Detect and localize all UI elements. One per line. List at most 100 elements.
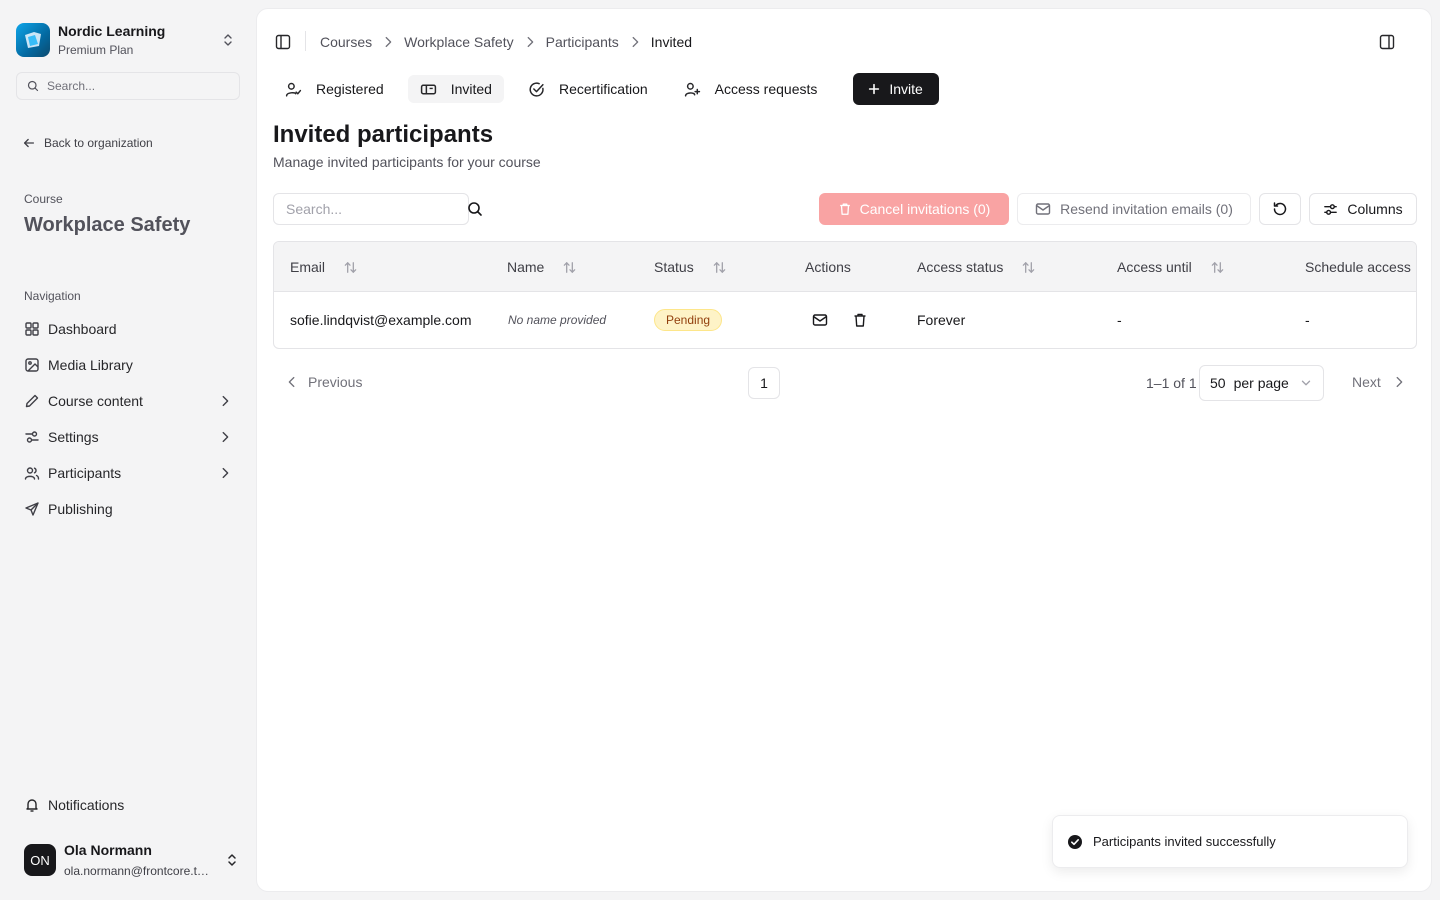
search-icon[interactable] xyxy=(467,201,483,217)
chevron-left-icon xyxy=(285,375,299,389)
column-header-access-until[interactable]: Access until xyxy=(1117,242,1225,292)
sort-icon xyxy=(562,260,577,275)
mail-icon xyxy=(1035,201,1051,217)
column-header-label: Email xyxy=(290,259,326,275)
chevron-right-icon xyxy=(381,35,395,49)
column-header-email[interactable]: Email xyxy=(290,242,358,292)
sidebar-toggle-icon[interactable] xyxy=(274,33,292,51)
breadcrumb-participants[interactable]: Participants xyxy=(546,34,619,50)
back-link-label: Back to organization xyxy=(44,136,153,150)
tab-label: Access requests xyxy=(714,81,818,97)
participants-table: Email Name Status Actions Access status … xyxy=(273,241,1417,349)
cell-name: No name provided xyxy=(508,313,607,327)
tab-registered[interactable]: Registered xyxy=(273,75,396,103)
tab-invited[interactable]: Invited xyxy=(407,75,504,103)
user-check-icon xyxy=(285,81,302,98)
chevron-right-icon xyxy=(218,430,232,444)
per-page-value: 50 xyxy=(1210,375,1226,391)
next-page-button[interactable]: Next xyxy=(1352,374,1406,390)
pencil-icon xyxy=(24,393,40,409)
refresh-button[interactable] xyxy=(1259,193,1301,225)
resend-invitations-label: Resend invitation emails (0) xyxy=(1060,201,1233,217)
sidebar-item-settings[interactable]: Settings xyxy=(16,419,240,455)
org-logo xyxy=(16,23,50,57)
breadcrumb-course[interactable]: Workplace Safety xyxy=(404,34,513,50)
user-email: ola.normann@frontcore.tech xyxy=(64,864,214,878)
column-header-schedule-access[interactable]: Schedule access xyxy=(1305,242,1411,292)
main-panel: Courses Workplace Safety Participants In… xyxy=(256,8,1432,892)
navigation-label: Navigation xyxy=(24,289,81,303)
pagination: Previous 1 1–1 of 1 50 per page Next xyxy=(273,365,1417,401)
trash-icon xyxy=(838,202,852,216)
ticket-icon xyxy=(420,81,437,98)
org-switcher[interactable]: Nordic Learning Premium Plan xyxy=(16,20,240,60)
page-subtitle: Manage invited participants for your cou… xyxy=(273,154,541,170)
page-number-button[interactable]: 1 xyxy=(748,367,780,399)
chevron-right-icon xyxy=(523,35,537,49)
chevron-down-icon xyxy=(1299,376,1313,390)
tab-access-requests[interactable]: Access requests xyxy=(672,75,830,103)
sidebar: Nordic Learning Premium Plan Back to org… xyxy=(0,0,256,900)
tab-recertification[interactable]: Recertification xyxy=(516,75,660,103)
previous-label: Previous xyxy=(308,374,363,390)
toast-message: Participants invited successfully xyxy=(1093,834,1276,849)
sidebar-item-label: Dashboard xyxy=(48,321,117,337)
image-icon xyxy=(24,357,40,373)
notifications-link[interactable]: Notifications xyxy=(24,797,124,813)
delete-invitation-icon[interactable] xyxy=(852,312,868,328)
sort-icon xyxy=(1210,260,1225,275)
notifications-label: Notifications xyxy=(48,797,125,813)
user-plus-icon xyxy=(684,81,701,98)
resend-invitations-button[interactable]: Resend invitation emails (0) xyxy=(1017,193,1251,225)
cancel-invitations-label: Cancel invitations (0) xyxy=(859,201,991,217)
dashboard-icon xyxy=(24,321,40,337)
sidebar-item-publishing[interactable]: Publishing xyxy=(16,491,240,527)
column-header-status[interactable]: Status xyxy=(654,242,727,292)
settings-icon xyxy=(24,429,40,445)
table-search-input[interactable] xyxy=(286,201,467,217)
invite-label: Invite xyxy=(889,81,923,97)
sidebar-item-course-content[interactable]: Course content xyxy=(16,383,240,419)
avatar: ON xyxy=(24,844,56,876)
bell-icon xyxy=(24,797,40,813)
sidebar-item-media-library[interactable]: Media Library xyxy=(16,347,240,383)
tab-label: Invited xyxy=(450,81,492,97)
tab-label: Registered xyxy=(316,81,384,97)
per-page-label: per page xyxy=(1233,375,1289,391)
column-header-label: Schedule access xyxy=(1305,259,1411,275)
sidebar-search-input[interactable] xyxy=(47,79,227,93)
column-header-name[interactable]: Name xyxy=(507,242,577,292)
page-title: Invited participants xyxy=(273,121,494,148)
previous-page-button[interactable]: Previous xyxy=(285,374,362,390)
per-page-select[interactable]: 50 per page xyxy=(1199,365,1324,401)
sidebar-item-dashboard[interactable]: Dashboard xyxy=(16,311,240,347)
sidebar-search xyxy=(16,72,240,100)
cell-actions xyxy=(812,292,868,348)
invite-button[interactable]: Invite xyxy=(853,73,939,105)
breadcrumb-courses[interactable]: Courses xyxy=(320,34,372,50)
tab-label: Recertification xyxy=(558,81,648,97)
resend-email-icon[interactable] xyxy=(812,312,828,328)
users-icon xyxy=(24,465,40,481)
back-to-organization-link[interactable]: Back to organization xyxy=(22,136,153,150)
sort-icon xyxy=(712,260,727,275)
sidebar-item-participants[interactable]: Participants xyxy=(16,455,240,491)
refresh-icon xyxy=(1272,201,1288,217)
user-name: Ola Normann xyxy=(64,842,152,858)
send-icon xyxy=(24,501,40,517)
org-name: Nordic Learning xyxy=(58,23,166,39)
column-header-access-status[interactable]: Access status xyxy=(917,242,1036,292)
panel-toggle-icon[interactable] xyxy=(1378,33,1396,51)
cancel-invitations-button[interactable]: Cancel invitations (0) xyxy=(819,193,1009,225)
user-menu[interactable]: ON Ola Normann ola.normann@frontcore.tec… xyxy=(24,840,240,880)
column-header-label: Name xyxy=(507,259,545,275)
divider xyxy=(305,31,306,51)
course-label: Course xyxy=(24,192,63,206)
status-badge: Pending xyxy=(654,309,723,331)
sidebar-item-label: Publishing xyxy=(48,501,113,517)
cell-email: sofie.lindqvist@example.com xyxy=(290,312,472,328)
org-plan: Premium Plan xyxy=(58,43,134,57)
columns-button[interactable]: Columns xyxy=(1309,193,1417,225)
column-header-label: Status xyxy=(654,259,694,275)
sidebar-item-label: Participants xyxy=(48,465,122,481)
